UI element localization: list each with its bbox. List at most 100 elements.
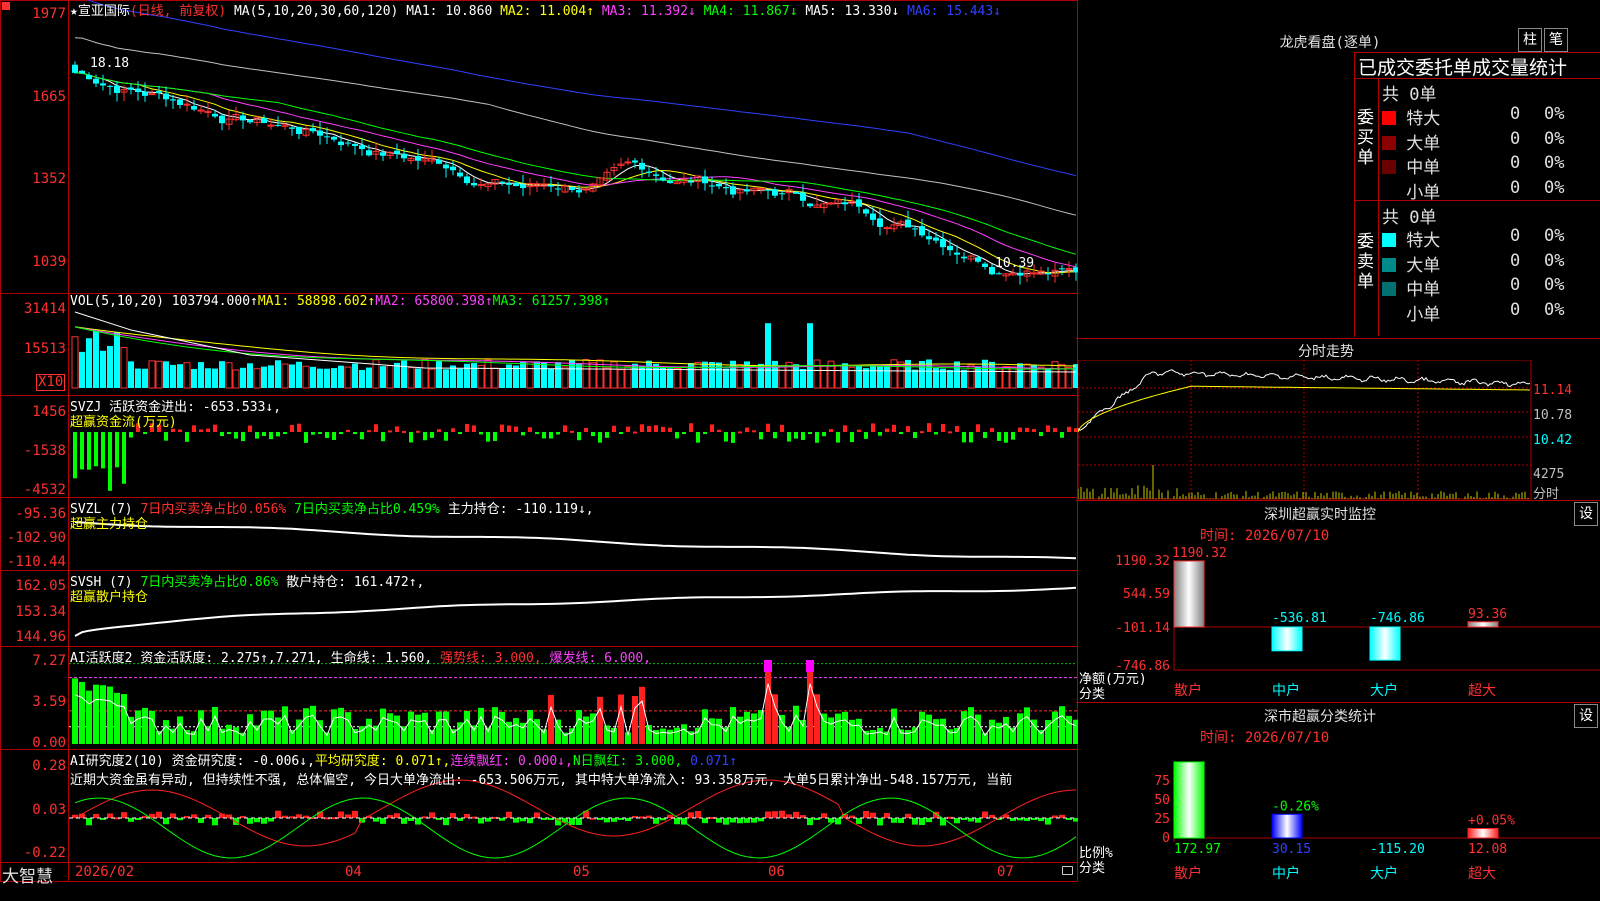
- ratio-bar: [1271, 813, 1303, 839]
- candle-body: [457, 172, 463, 177]
- activity-bar: [968, 707, 974, 744]
- monitor-title: 深圳超赢实时监控: [1264, 507, 1376, 523]
- flow-bar: [843, 425, 847, 432]
- buy-row-1: 大单 0 0%: [1382, 129, 1600, 154]
- activity-bar: [352, 728, 358, 744]
- flow-bar: [577, 432, 581, 441]
- research-bar: [968, 818, 974, 822]
- candle-body: [975, 257, 981, 262]
- flow-bar: [738, 431, 742, 434]
- flow-bar: [269, 432, 273, 440]
- research-bar: [604, 818, 610, 823]
- activity-bar: [821, 713, 827, 744]
- flow-bar: [647, 425, 651, 432]
- flow-bar: [990, 427, 994, 432]
- stock-name[interactable]: 宣亚国际: [78, 4, 130, 19]
- vol-bar: [1065, 366, 1073, 389]
- candle-body: [464, 176, 470, 184]
- activity-bar: [135, 710, 141, 744]
- tick-mode-button[interactable]: 笔: [1544, 28, 1568, 52]
- x-tick: 05: [573, 864, 590, 880]
- vol-bar: [667, 368, 673, 388]
- candle-body: [324, 136, 330, 138]
- research-bar: [863, 810, 869, 818]
- research-bar: [212, 818, 218, 826]
- flow-bar: [1032, 429, 1036, 432]
- flow-bar: [934, 432, 938, 435]
- favorite-star-icon[interactable]: ★: [70, 4, 78, 19]
- monitor-y-tick: -101.14: [1115, 621, 1170, 636]
- sell-row-label: 中单: [1406, 280, 1441, 300]
- research-bar: [919, 818, 925, 826]
- vol-bar: [526, 361, 534, 389]
- y-tick: 15513: [23, 341, 66, 357]
- period-label[interactable]: (日线, 前复权): [130, 4, 226, 19]
- flow-bar: [395, 426, 399, 432]
- vol-bar: [694, 361, 702, 389]
- buy-row-3: 小单 0 0%: [1382, 178, 1600, 203]
- research-bar: [982, 811, 988, 818]
- candle-body: [212, 113, 218, 117]
- ma-line-30: [74, 72, 1077, 255]
- research-bar: [688, 812, 694, 818]
- monitor-settings-button[interactable]: 设: [1574, 502, 1598, 526]
- vol-bar: [954, 361, 960, 388]
- flow-bar: [871, 423, 875, 432]
- candle-body: [1065, 267, 1073, 270]
- flow-bar: [878, 432, 882, 436]
- ai-research-comment: 近期大资金虽有异动, 但持续性不强, 总体偏空, 今日大单净流出: -653.5…: [70, 773, 1013, 788]
- lock-icon[interactable]: [1062, 866, 1073, 875]
- activity-bar: [429, 729, 435, 744]
- candle-body: [576, 190, 582, 193]
- activity-bar: [597, 696, 603, 744]
- activity-bar: [422, 712, 428, 744]
- research-bar: [786, 814, 792, 818]
- intraday-chart[interactable]: [1078, 360, 1600, 500]
- flow-bar: [801, 432, 805, 440]
- vol-bar: [534, 361, 540, 388]
- activity-bar: [639, 686, 645, 744]
- candle-body: [827, 202, 835, 205]
- vol-bar: [183, 362, 191, 389]
- svzl-subtitle: 超赢主力持仓: [70, 517, 149, 532]
- buy-row-pct: 0%: [1544, 177, 1565, 198]
- activity-bar: [583, 716, 589, 744]
- flow-bar: [633, 431, 637, 434]
- vol-bar: [646, 360, 652, 388]
- activity-bar: [660, 728, 666, 744]
- fenshi-y-tick: 11.14: [1533, 383, 1573, 398]
- candle-body: [345, 142, 351, 144]
- bar-mode-button[interactable]: 柱: [1518, 28, 1542, 52]
- activity-bar: [786, 726, 792, 744]
- classify-settings-button[interactable]: 设: [1574, 704, 1598, 728]
- research-bar: [429, 812, 435, 818]
- vol-bar: [421, 358, 429, 389]
- research-bar: [730, 818, 736, 823]
- activity-bar: [282, 706, 288, 744]
- vol-bar: [877, 365, 883, 388]
- activity-bar: [905, 729, 911, 744]
- research-bar: [527, 818, 533, 824]
- vol-bar: [548, 368, 554, 388]
- svzl-header: SVZL (7) 7日内买卖净占比0.056% 7日内买卖净占比0.459% 主…: [70, 502, 594, 517]
- research-bar: [695, 810, 701, 818]
- candle-body: [296, 126, 302, 135]
- vol-bar: [834, 364, 842, 389]
- research-bar: [247, 818, 253, 824]
- activity-bar: [765, 663, 771, 744]
- flow-bar: [255, 432, 259, 439]
- research-bar: [478, 818, 484, 824]
- y-tick: 0.03: [32, 802, 66, 818]
- flow-bar: [94, 432, 98, 467]
- category-label: 中户: [1272, 682, 1300, 699]
- research-bar: [856, 818, 862, 824]
- research-bar: [737, 818, 743, 824]
- flow-bar: [206, 428, 210, 432]
- activity-bar: [919, 711, 925, 744]
- category-label: 超大: [1468, 866, 1496, 882]
- research-bar: [345, 814, 351, 818]
- candle-body: [779, 193, 785, 195]
- vol-bar: [765, 323, 771, 388]
- activity-bar: [674, 727, 680, 744]
- flow-bar: [724, 432, 728, 442]
